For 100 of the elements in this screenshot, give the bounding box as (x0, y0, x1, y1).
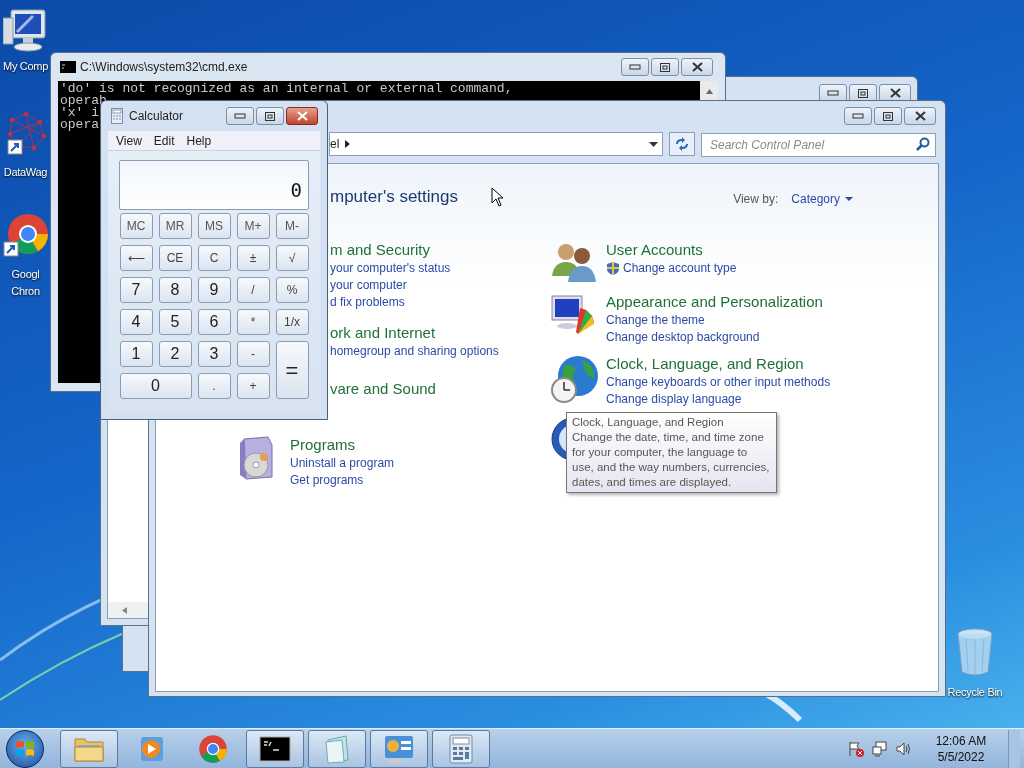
console-line: 'x' i (60, 107, 99, 119)
globe-clock-icon (550, 353, 600, 404)
calculator-key[interactable]: 7 (119, 277, 153, 303)
calculator-key[interactable]: - (236, 341, 270, 367)
calculator-key[interactable]: MR (158, 213, 192, 239)
calculator-key[interactable]: 1/x (275, 309, 309, 335)
start-button[interactable] (6, 729, 44, 768)
calculator-key[interactable]: M+ (236, 213, 270, 239)
speaker-icon[interactable] (896, 740, 912, 757)
scroll-up-arrow-icon (705, 89, 713, 94)
category-link[interactable]: Programs (290, 434, 395, 455)
maximize-button[interactable] (874, 107, 902, 125)
category-link[interactable]: Appearance and Personalization (606, 291, 823, 312)
address-bar[interactable]: el (329, 132, 663, 156)
refresh-button[interactable] (669, 132, 695, 156)
view-by-label: View by: (733, 190, 779, 208)
calculator-key[interactable]: 0 (119, 373, 192, 399)
computer-icon (2, 8, 49, 52)
desktop-icon-label[interactable]: Googl Chron (11, 266, 40, 300)
calculator-key[interactable]: = (275, 341, 309, 399)
menu-item[interactable]: View (116, 131, 142, 150)
calculator-key[interactable]: % (275, 277, 309, 303)
notepad-icon (322, 733, 352, 764)
calculator-key[interactable]: ⟵ (119, 245, 153, 271)
calculator-key[interactable]: 9 (197, 277, 231, 303)
category-link[interactable]: Clock, Language, and Region (606, 353, 831, 374)
calculator-key[interactable]: M- (275, 213, 309, 239)
close-button[interactable] (681, 58, 713, 76)
calculator-key[interactable]: 2 (158, 341, 192, 367)
flag-error-icon[interactable] (848, 740, 864, 757)
chrome-shortcut-icon (1, 212, 50, 260)
task-link[interactable]: Uninstall a program (290, 454, 395, 472)
close-icon (691, 62, 703, 72)
network-icon[interactable] (872, 740, 888, 757)
calculator-key[interactable]: 4 (119, 309, 153, 335)
search-field[interactable]: Search Control Panel (701, 133, 936, 157)
task-link[interactable]: Change account type (623, 259, 737, 277)
category-link[interactable]: vare and Sound (330, 378, 436, 399)
calculator-key[interactable]: C (197, 245, 231, 271)
console-icon (60, 61, 76, 73)
search-icon (916, 137, 930, 151)
calculator-key[interactable]: √ (275, 245, 309, 271)
calculator-key[interactable]: 6 (197, 309, 231, 335)
category-link[interactable]: m and Security (330, 239, 451, 260)
window-title: C:\Windows\system32\cmd.exe (80, 59, 248, 76)
task-link[interactable]: Change the theme (606, 311, 705, 329)
control-panel-icon (383, 733, 415, 764)
clock-time: 12:06 AM (935, 732, 987, 749)
dropdown-caret-icon[interactable] (649, 141, 658, 147)
desktop-icon-label[interactable]: DataWag (3, 164, 48, 181)
calculator-key[interactable]: CE (158, 245, 192, 271)
console-icon (259, 735, 291, 762)
task-link[interactable]: Change display language (606, 390, 742, 408)
close-button[interactable] (904, 107, 936, 125)
taskbar-button[interactable] (246, 729, 304, 768)
calculator-key[interactable]: . (197, 373, 231, 399)
calculator-key[interactable]: 1 (119, 341, 153, 367)
calculator-key[interactable]: ± (236, 245, 270, 271)
task-link[interactable]: your computer's status (330, 259, 451, 277)
calculator-key[interactable]: 8 (158, 277, 192, 303)
calculator-key[interactable]: * (236, 309, 270, 335)
maximize-button[interactable] (256, 107, 284, 125)
task-link[interactable]: d fix problems (330, 293, 405, 311)
task-link[interactable]: your computer (330, 276, 407, 294)
calculator-icon (111, 108, 123, 124)
view-by-dropdown[interactable]: Category (791, 189, 853, 208)
calculator-key[interactable]: MS (197, 213, 231, 239)
task-link[interactable]: Change keyboards or other input methods (606, 373, 831, 391)
category-link[interactable]: ork and Internet (330, 322, 499, 343)
breadcrumb-arrow-icon (345, 140, 351, 148)
clock-date: 5/5/2022 (937, 748, 985, 765)
mouse-pointer-icon (491, 187, 504, 207)
calculator-key[interactable]: + (236, 373, 270, 399)
tooltip-text: Change the date, time, and time zone for your computer, the language to use, and the way numbers, currencies, dates, and times are displayed. (572, 430, 771, 490)
tooltip-title: Clock, Language, and Region (572, 415, 725, 430)
breadcrumb-link[interactable]: el (330, 135, 340, 153)
task-link[interactable]: Get programs (290, 471, 364, 489)
category-link[interactable]: User Accounts (606, 239, 737, 260)
maximize-button[interactable] (651, 58, 679, 76)
calculator-icon (449, 733, 473, 764)
console-line: operab (60, 95, 107, 107)
menu-item[interactable]: Help (186, 131, 212, 150)
close-button[interactable] (286, 107, 318, 125)
task-link[interactable]: Change desktop background (606, 328, 760, 346)
calculator-key[interactable]: / (236, 277, 270, 303)
close-icon (296, 111, 308, 121)
clock[interactable]: 12:06 AM 5/5/2022 (930, 732, 992, 765)
close-icon (914, 111, 926, 121)
calculator-display: 0 (119, 160, 309, 210)
calculator-key[interactable]: 3 (197, 341, 231, 367)
calculator-key[interactable]: MC (119, 213, 153, 239)
desktop-icon-label[interactable]: My Comp (3, 58, 48, 75)
console-line: 'do' is not recognized as an internal or external command, (60, 83, 513, 95)
chrome-icon (198, 733, 228, 764)
recycle-bin-icon (955, 628, 995, 678)
task-link[interactable]: homegroup and sharing options (330, 342, 499, 360)
console-line: opera (60, 119, 99, 131)
menu-item[interactable]: Edit (153, 131, 175, 150)
calculator-key[interactable]: 5 (158, 309, 192, 335)
caret-icon (845, 196, 853, 201)
